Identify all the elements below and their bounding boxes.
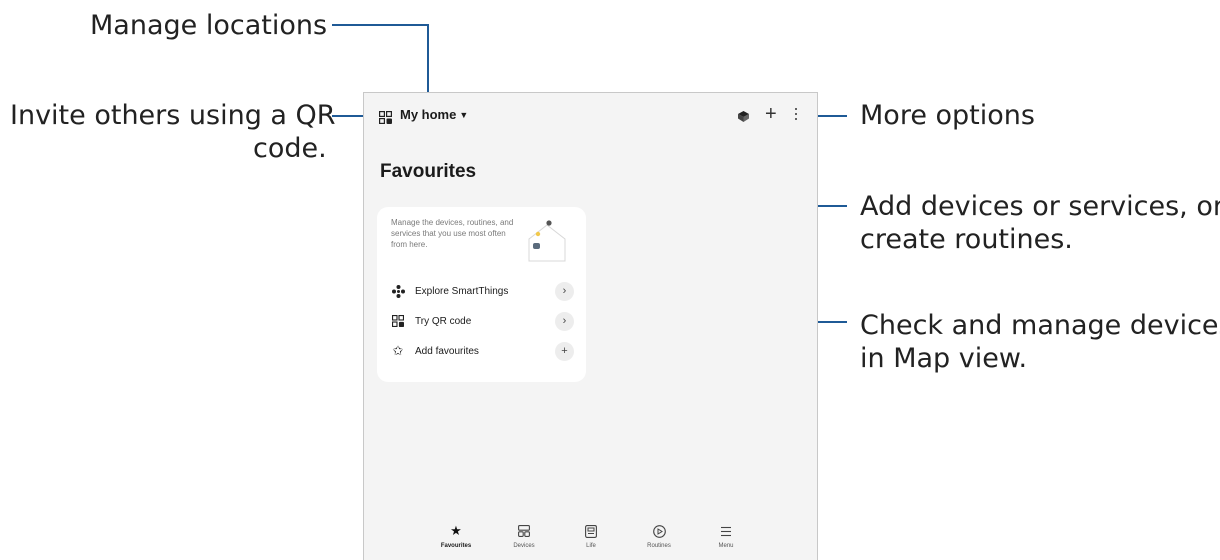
nav-item-menu[interactable]: Menu (696, 524, 756, 549)
nav-label: Menu (718, 543, 734, 549)
top-bar: My home ▼ + (364, 93, 817, 139)
map-view-icon[interactable] (737, 110, 750, 123)
star-icon: ★ (450, 523, 462, 538)
smartthings-icon (391, 284, 405, 298)
nav-item-life[interactable]: Life (561, 524, 621, 549)
nav-label: Devices (513, 543, 535, 549)
list-item-add-favourites[interactable]: ✩ Add favourites + (391, 341, 574, 361)
nav-label: Routines (647, 543, 671, 549)
chevron-right-icon[interactable]: › (555, 311, 574, 331)
star-outline-icon: ✩ (392, 343, 404, 358)
plus-icon[interactable]: + (765, 104, 777, 124)
nav-item-favourites[interactable]: ★ Favourites (426, 523, 486, 549)
plus-icon[interactable]: + (555, 341, 574, 361)
chevron-right-icon[interactable]: › (555, 281, 574, 301)
qr-code-icon[interactable] (379, 111, 392, 124)
location-selector[interactable]: My home ▼ (400, 107, 468, 122)
nav-item-devices[interactable]: Devices (494, 524, 554, 549)
favourites-card: Manage the devices, routines, and servic… (377, 207, 586, 382)
page-title: Favourites (380, 161, 477, 182)
more-options-icon[interactable] (795, 108, 798, 120)
card-description: Manage the devices, routines, and servic… (391, 218, 514, 249)
nav-label: Life (586, 543, 596, 549)
nav-item-routines[interactable]: Routines (629, 524, 689, 549)
callout-invite-line2: code. (253, 133, 327, 164)
callout-check-line2: in Map view. (860, 343, 1028, 374)
list-item-label: Explore SmartThings (415, 285, 509, 297)
menu-icon (719, 524, 733, 538)
house-illustration-icon (528, 220, 566, 262)
app-screen: My home ▼ + Favourites Manage the device… (363, 92, 818, 560)
list-item-label: Add favourites (415, 345, 479, 357)
life-icon (584, 524, 598, 538)
location-name: My home (400, 107, 457, 122)
bottom-nav: ★ Favourites Devices Life Routines Menu (364, 518, 817, 560)
list-item-explore-smartthings[interactable]: Explore SmartThings › (391, 281, 574, 301)
devices-icon (517, 524, 531, 538)
list-item-try-qr-code[interactable]: Try QR code › (391, 311, 574, 331)
callout-check-line1: Check and manage devices (860, 310, 1220, 341)
leader-manage-locations-h (332, 24, 428, 26)
nav-label: Favourites (440, 543, 472, 549)
caret-down-icon: ▼ (459, 109, 469, 120)
callout-manage-locations: Manage locations (90, 10, 328, 41)
callout-invite-line1: Invite others using a QR (10, 100, 336, 131)
callout-more-options: More options (860, 100, 1035, 131)
routines-icon (652, 524, 666, 538)
callout-add-line1: Add devices or services, or (860, 191, 1220, 222)
list-item-label: Try QR code (415, 315, 472, 327)
qr-code-icon (391, 314, 405, 328)
callout-add-line2: create routines. (860, 224, 1073, 255)
